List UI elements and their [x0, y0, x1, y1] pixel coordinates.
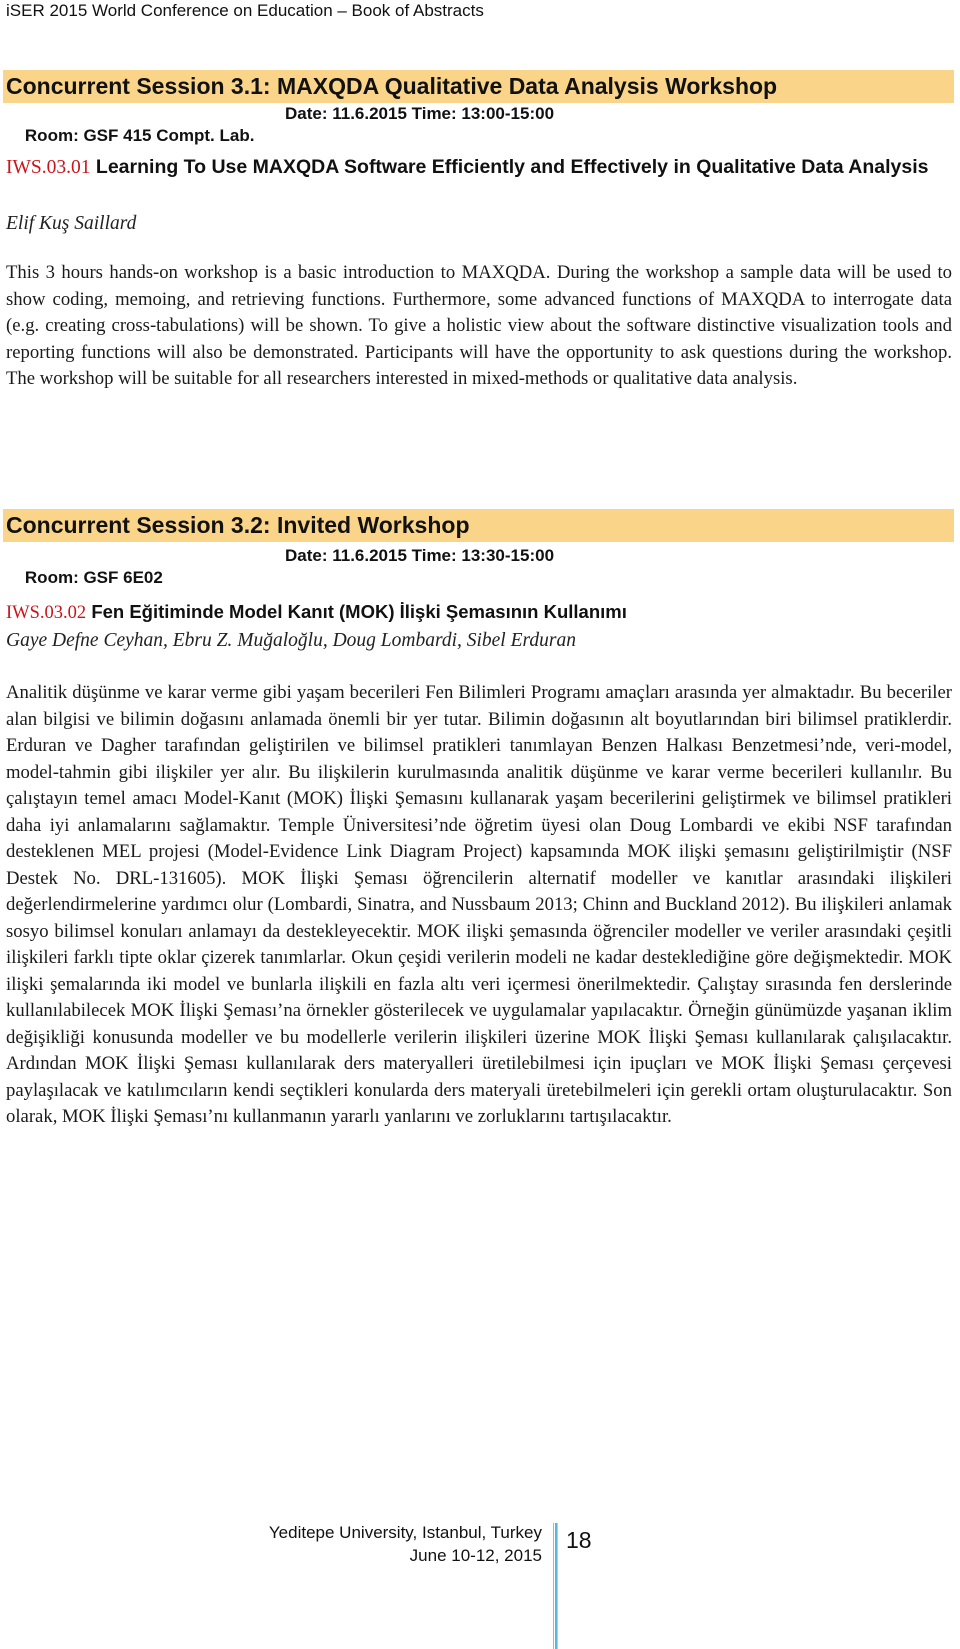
footer-divider	[553, 1523, 558, 1649]
page-number: 18	[566, 1527, 592, 1553]
session-title: Concurrent Session 3.1: MAXQDA Qualitati…	[3, 70, 954, 103]
session-date-time: Date: 11.6.2015 Time: 13:00-15:00	[285, 104, 555, 123]
session-room: Room: GSF 6E02	[24, 568, 163, 587]
abstract-title: IWS.03.02 Fen Eğitiminde Model Kanıt (MO…	[6, 597, 952, 628]
session-room: Room: GSF 415 Compt. Lab.	[24, 126, 255, 145]
abstract-title-text: Learning To Use MAXQDA Software Efficien…	[95, 156, 929, 178]
session-date-time: Date: 11.6.2015 Time: 13:30-15:00	[285, 546, 555, 565]
footer-venue: Yeditepe University, Istanbul, Turkey	[268, 1523, 542, 1542]
abstract-title-text: Fen Eğitiminde Model Kanıt (MOK) İlişki …	[91, 601, 627, 622]
running-header: iSER 2015 World Conference on Education …	[6, 1, 484, 20]
abstract-body: This 3 hours hands-on workshop is a basi…	[6, 262, 952, 389]
abstract-title: IWS.03.01 Learning To Use MAXQDA Softwar…	[6, 153, 952, 182]
abstract-body: Analitik düşünme ve karar verme gibi yaş…	[6, 682, 952, 1127]
abstract-authors: Gaye Defne Ceyhan, Ebru Z. Muğaloğlu, Do…	[6, 630, 576, 651]
abstract-id: IWS.03.01	[6, 157, 91, 178]
abstract-authors: Elif Kuş Saillard	[6, 213, 137, 234]
footer-venue-block: Yeditepe University, Istanbul, Turkey Ju…	[269, 1521, 542, 1567]
session-title: Concurrent Session 3.2: Invited Workshop	[3, 509, 954, 542]
abstract-id: IWS.03.02	[6, 603, 87, 623]
footer-dates: June 10-12, 2015	[409, 1546, 542, 1565]
